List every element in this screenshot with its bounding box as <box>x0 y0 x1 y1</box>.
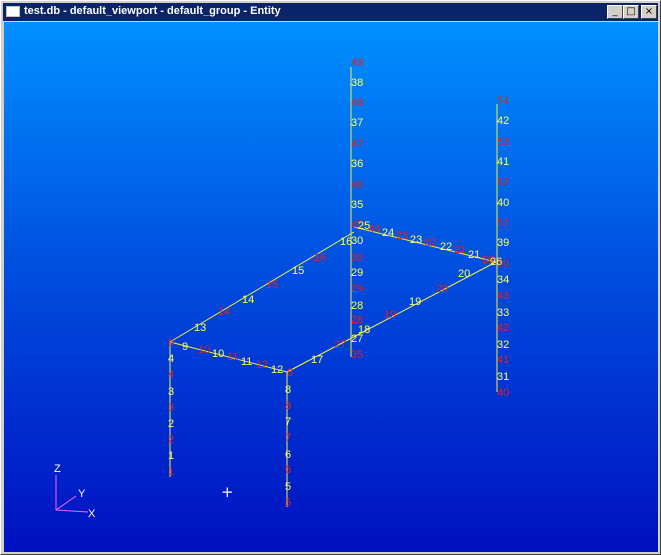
title-bar[interactable]: test.db - default_viewport - default_gro… <box>3 3 658 21</box>
element-label: 49 <box>351 57 363 69</box>
node-label: 41 <box>497 156 509 168</box>
node-label: 36 <box>351 158 363 170</box>
node-label: 31 <box>497 371 509 383</box>
element-label: 40 <box>497 387 509 399</box>
element-label: 1 <box>168 466 174 478</box>
node-label: 12 <box>271 364 283 376</box>
element-label: 53 <box>497 136 509 148</box>
node-label: 9 <box>182 341 188 353</box>
node-label: 19 <box>409 296 421 308</box>
element-label: 22 <box>424 237 436 249</box>
node-label: 38 <box>351 77 363 89</box>
node-label: 26 <box>490 256 502 268</box>
element-label: 20 <box>436 283 448 295</box>
node-label: 42 <box>497 115 509 127</box>
node-label: 27 <box>351 333 363 345</box>
element-label: 30 <box>351 252 363 264</box>
node-label: 4 <box>168 353 174 365</box>
node-label: 24 <box>382 227 394 239</box>
element-labels: 49 48 47 46 45 44 23 22 21 26 20 19 16 1… <box>168 57 509 509</box>
node-label: 6 <box>285 449 291 461</box>
element-label: 7 <box>285 432 291 444</box>
node-label: 37 <box>351 117 363 129</box>
x-axis-label: X <box>88 508 96 520</box>
z-axis-label: Z <box>54 463 61 475</box>
crosshair-cursor-icon: + <box>221 483 234 501</box>
maximize-button[interactable]: □ <box>623 5 639 19</box>
element-label: 27 <box>334 339 346 351</box>
node-label: 21 <box>468 249 480 261</box>
element-label: 46 <box>351 179 363 191</box>
node-label: 20 <box>458 268 470 280</box>
node-label: 30 <box>351 235 363 247</box>
y-axis-label: Y <box>78 488 86 500</box>
element-label: 21 <box>454 244 466 256</box>
element-label: 47 <box>351 138 363 150</box>
window-title: test.db - default_viewport - default_gro… <box>24 5 281 17</box>
node-label: 39 <box>497 237 509 249</box>
element-label: 8 <box>287 367 293 379</box>
node-label: 7 <box>285 416 291 428</box>
node-labels: 38 37 36 35 25 24 23 22 21 26 20 19 18 1… <box>168 77 509 493</box>
node-label: 33 <box>497 307 509 319</box>
y-axis-line <box>55 495 77 511</box>
element-label: 43 <box>497 290 509 302</box>
element-label: 12 <box>256 359 268 371</box>
element-label: 14 <box>218 306 230 318</box>
element-label: 10 <box>198 344 210 356</box>
element-label: 23 <box>396 230 408 242</box>
node-label: 22 <box>440 241 452 253</box>
element-label: 8 <box>285 400 291 412</box>
node-label: 40 <box>497 197 509 209</box>
x-axis-line <box>55 509 89 513</box>
node-label: 32 <box>497 339 509 351</box>
node-label: 3 <box>168 386 174 398</box>
element-label: 5 <box>285 497 291 509</box>
element-label: 52 <box>497 177 509 189</box>
node-label: 8 <box>285 384 291 396</box>
node-label: 35 <box>351 199 363 211</box>
element-label: 48 <box>351 97 363 109</box>
node-label: 13 <box>194 322 206 334</box>
element-label: 2 <box>168 434 174 446</box>
node-label: 23 <box>410 234 422 246</box>
node-label: 29 <box>351 267 363 279</box>
minimize-button[interactable]: _ <box>607 5 623 19</box>
element-label: 9 <box>168 337 174 349</box>
element-label: 51 <box>497 217 509 229</box>
element-label: 54 <box>497 95 509 107</box>
element-label: 41 <box>497 354 509 366</box>
model-canvas[interactable]: 49 48 47 46 45 44 23 22 21 26 20 19 16 1… <box>4 22 658 552</box>
element-label: 19 <box>384 309 396 321</box>
node-label: 34 <box>497 274 509 286</box>
element-label: 29 <box>351 283 363 295</box>
node-label: 11 <box>241 356 252 368</box>
node-label: 1 <box>168 450 174 462</box>
app-window-icon <box>6 6 20 17</box>
element-label: 35 <box>351 349 363 361</box>
node-label: 15 <box>292 265 304 277</box>
node-label: 2 <box>168 418 174 430</box>
graphics-viewport[interactable]: 49 48 47 46 45 44 23 22 21 26 20 19 16 1… <box>4 22 658 552</box>
node-label: 25 <box>358 220 370 232</box>
element-label: 15 <box>266 279 278 291</box>
close-button[interactable]: × <box>641 5 657 19</box>
element-label: 11 <box>227 351 238 363</box>
application-window: test.db - default_viewport - default_gro… <box>0 0 661 555</box>
element-label: 4 <box>168 369 174 381</box>
element-label: 42 <box>497 322 509 334</box>
node-label: 14 <box>242 294 254 306</box>
node-label: 5 <box>285 481 291 493</box>
element-label: 6 <box>285 464 291 476</box>
node-label: 17 <box>311 354 323 366</box>
element-label: 16 <box>314 252 326 264</box>
node-label: 10 <box>212 348 224 360</box>
element-label: 3 <box>168 402 174 414</box>
node-label: 28 <box>351 300 363 312</box>
